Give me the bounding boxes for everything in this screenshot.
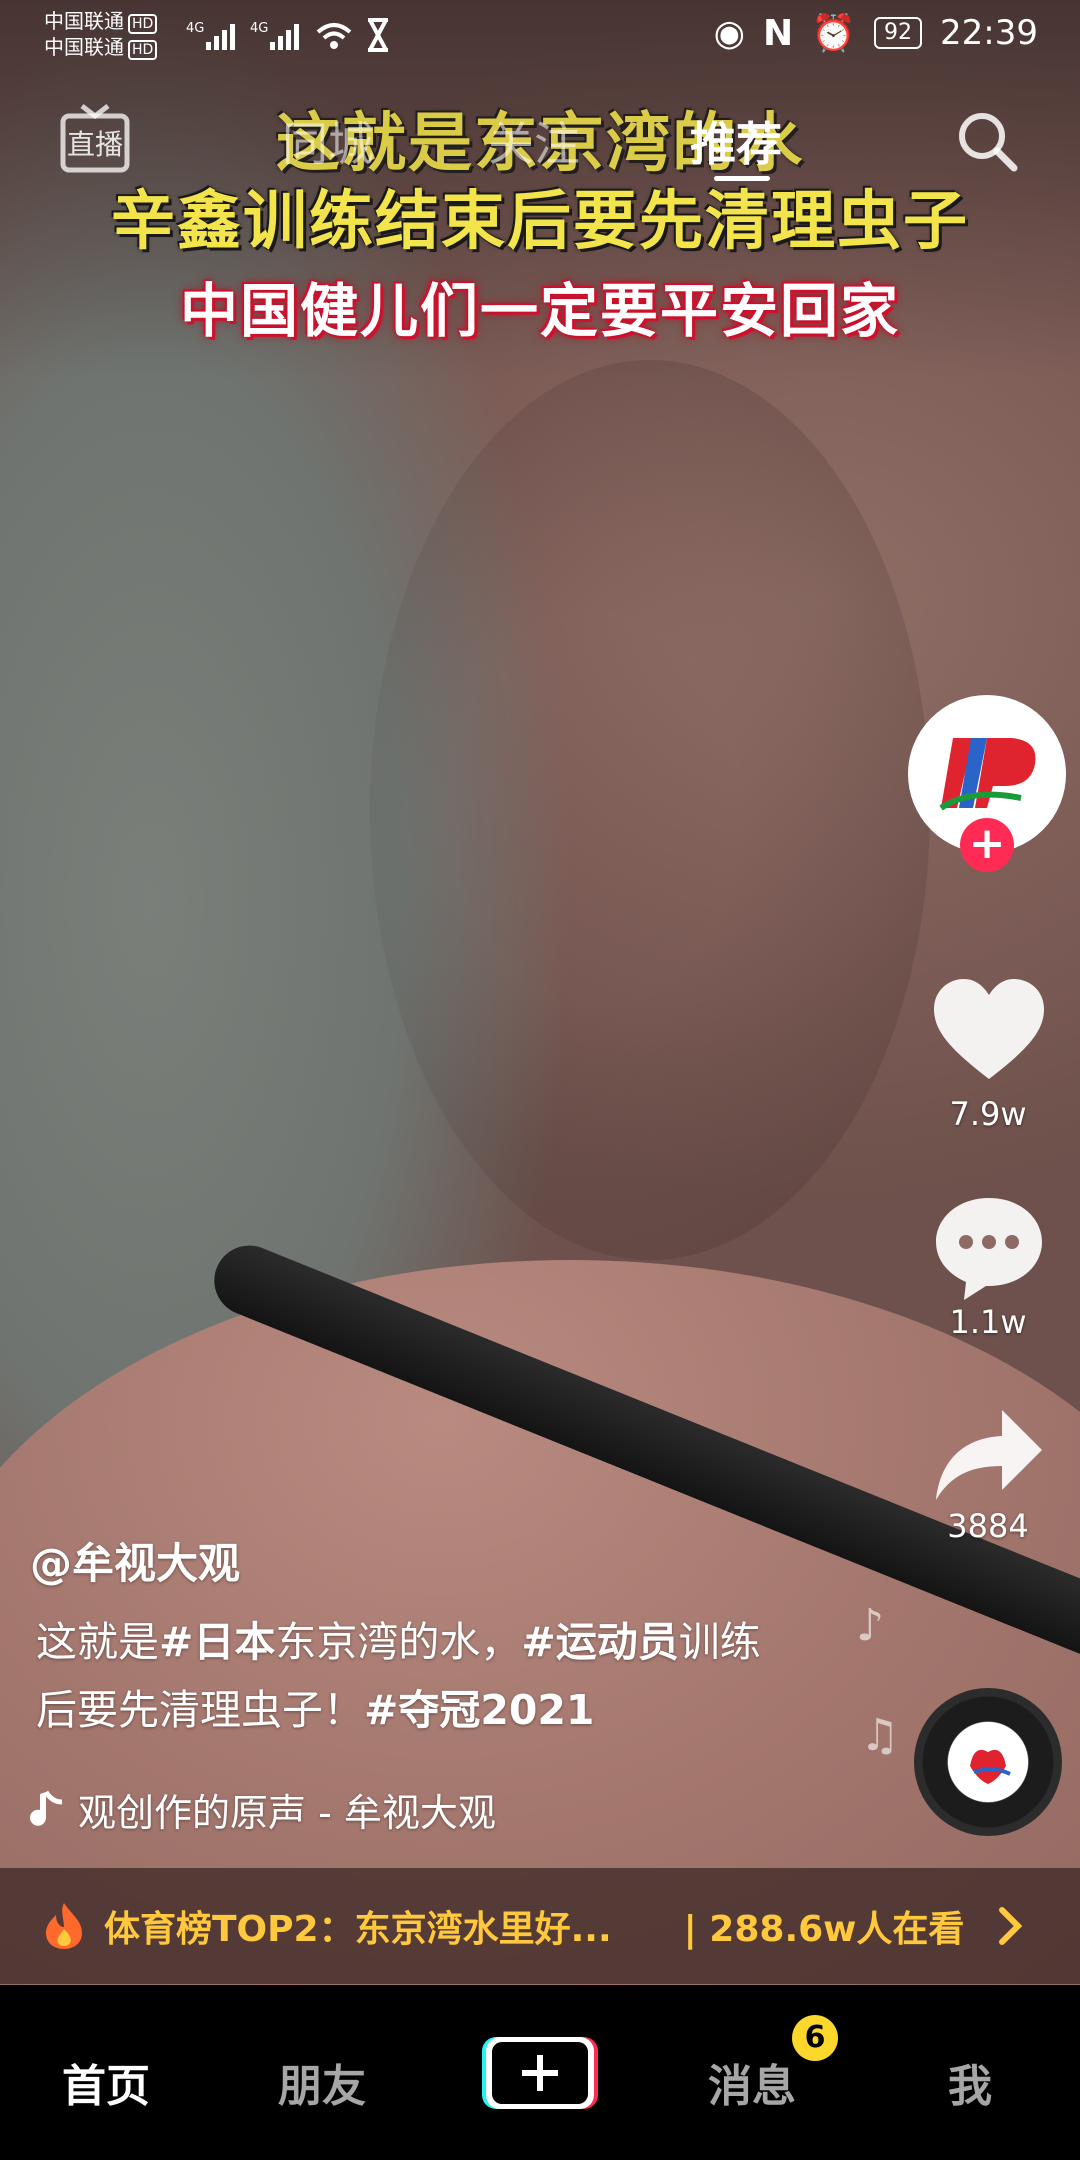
desc-text-1: 这就是 [36, 1618, 159, 1666]
fire-icon [46, 1903, 82, 1949]
status-right: ◉ N ⏰ 92 22:39 [713, 12, 1038, 55]
desc-text-2: 东京湾的水， [275, 1618, 522, 1666]
signal-icon-2: 4G [250, 21, 299, 50]
carrier-2: 中国联通 [44, 35, 124, 59]
hd-badge-1: HD [128, 14, 158, 34]
messages-badge: 6 [792, 2015, 838, 2061]
share-count: 3884 [947, 1507, 1029, 1545]
signal-icon-1: 4G [186, 21, 235, 50]
nav-me[interactable]: 我 [948, 2050, 992, 2114]
create-plus-button[interactable] [482, 2035, 598, 2111]
follow-button[interactable]: + [960, 818, 1014, 872]
post-description: 这就是#日本东京湾的水，#运动员训练后要先清理虫子！#夺冠2021 [36, 1608, 796, 1744]
tab-recommended[interactable]: 推荐 [690, 108, 782, 174]
hashtag-japan[interactable]: #日本 [159, 1618, 275, 1666]
tab-following[interactable]: 关注 [488, 108, 580, 174]
disc-logo-icon [970, 1749, 1011, 1784]
hashtag-athlete[interactable]: #运动员 [521, 1618, 678, 1666]
eye-icon: ◉ [713, 12, 746, 54]
wifi-icon [316, 23, 352, 49]
live-label: 直播 [67, 128, 123, 161]
video-neck-shading [370, 360, 930, 1260]
caption-line-3: 中国健儿们一定要平安回家 [179, 277, 900, 345]
floating-note-icon-2: ♫ [860, 1710, 900, 1761]
like-count: 7.9w [949, 1095, 1027, 1133]
comment-icon[interactable] [930, 1190, 1048, 1308]
like-heart-icon[interactable] [930, 975, 1048, 1093]
author-name[interactable]: @牟视大观 [30, 1530, 240, 1591]
net-label-2: 4G [250, 21, 268, 36]
floating-note-icon-1: ♪ [856, 1600, 885, 1651]
music-note-icon [30, 1790, 63, 1826]
nav-messages[interactable]: 消息 [708, 2050, 796, 2114]
carrier-info: 中国联通 HD 中国联通 HD [44, 8, 158, 60]
music-info[interactable]: 观创作的原声 - 牟视大观 [30, 1782, 496, 1837]
nav-home[interactable]: 首页 [62, 2050, 150, 2114]
banner-viewers: | 288.6w人在看 [683, 1909, 965, 1950]
banner-title: 体育榜TOP2：东京湾水里好... [104, 1909, 612, 1950]
search-icon[interactable] [952, 106, 1022, 176]
music-disc[interactable] [914, 1688, 1062, 1836]
tab-local[interactable]: 同城 [282, 108, 374, 174]
chevron-right-icon [999, 1907, 1023, 1945]
clock: 22:39 [940, 13, 1038, 53]
hot-list-banner[interactable]: 体育榜TOP2：东京湾水里好... | 288.6w人在看 [0, 1868, 1080, 1984]
caption-line-2: 辛鑫训练结束后要先清理虫子 [111, 185, 969, 259]
hd-badge-2: HD [128, 40, 158, 60]
comment-count: 1.1w [949, 1303, 1027, 1341]
status-bar: 中国联通 HD 中国联通 HD 4G 4G ◉ N ⏰ 92 22:39 [0, 0, 1080, 68]
net-label-1: 4G [186, 21, 204, 36]
carrier-1: 中国联通 [44, 9, 124, 33]
alarm-icon: ⏰ [811, 13, 857, 54]
music-title: 观创作的原声 - 牟视大观 [78, 1791, 496, 1835]
live-tv-icon[interactable]: 直播 [60, 102, 130, 174]
hourglass-icon [368, 18, 388, 52]
nav-friends[interactable]: 朋友 [278, 2050, 366, 2114]
active-tab-indicator [714, 176, 770, 181]
battery-indicator: 92 [874, 17, 923, 49]
share-icon[interactable] [930, 1400, 1048, 1518]
nfc-icon: N [763, 12, 794, 54]
hashtag-champion[interactable]: #夺冠2021 [364, 1686, 594, 1734]
